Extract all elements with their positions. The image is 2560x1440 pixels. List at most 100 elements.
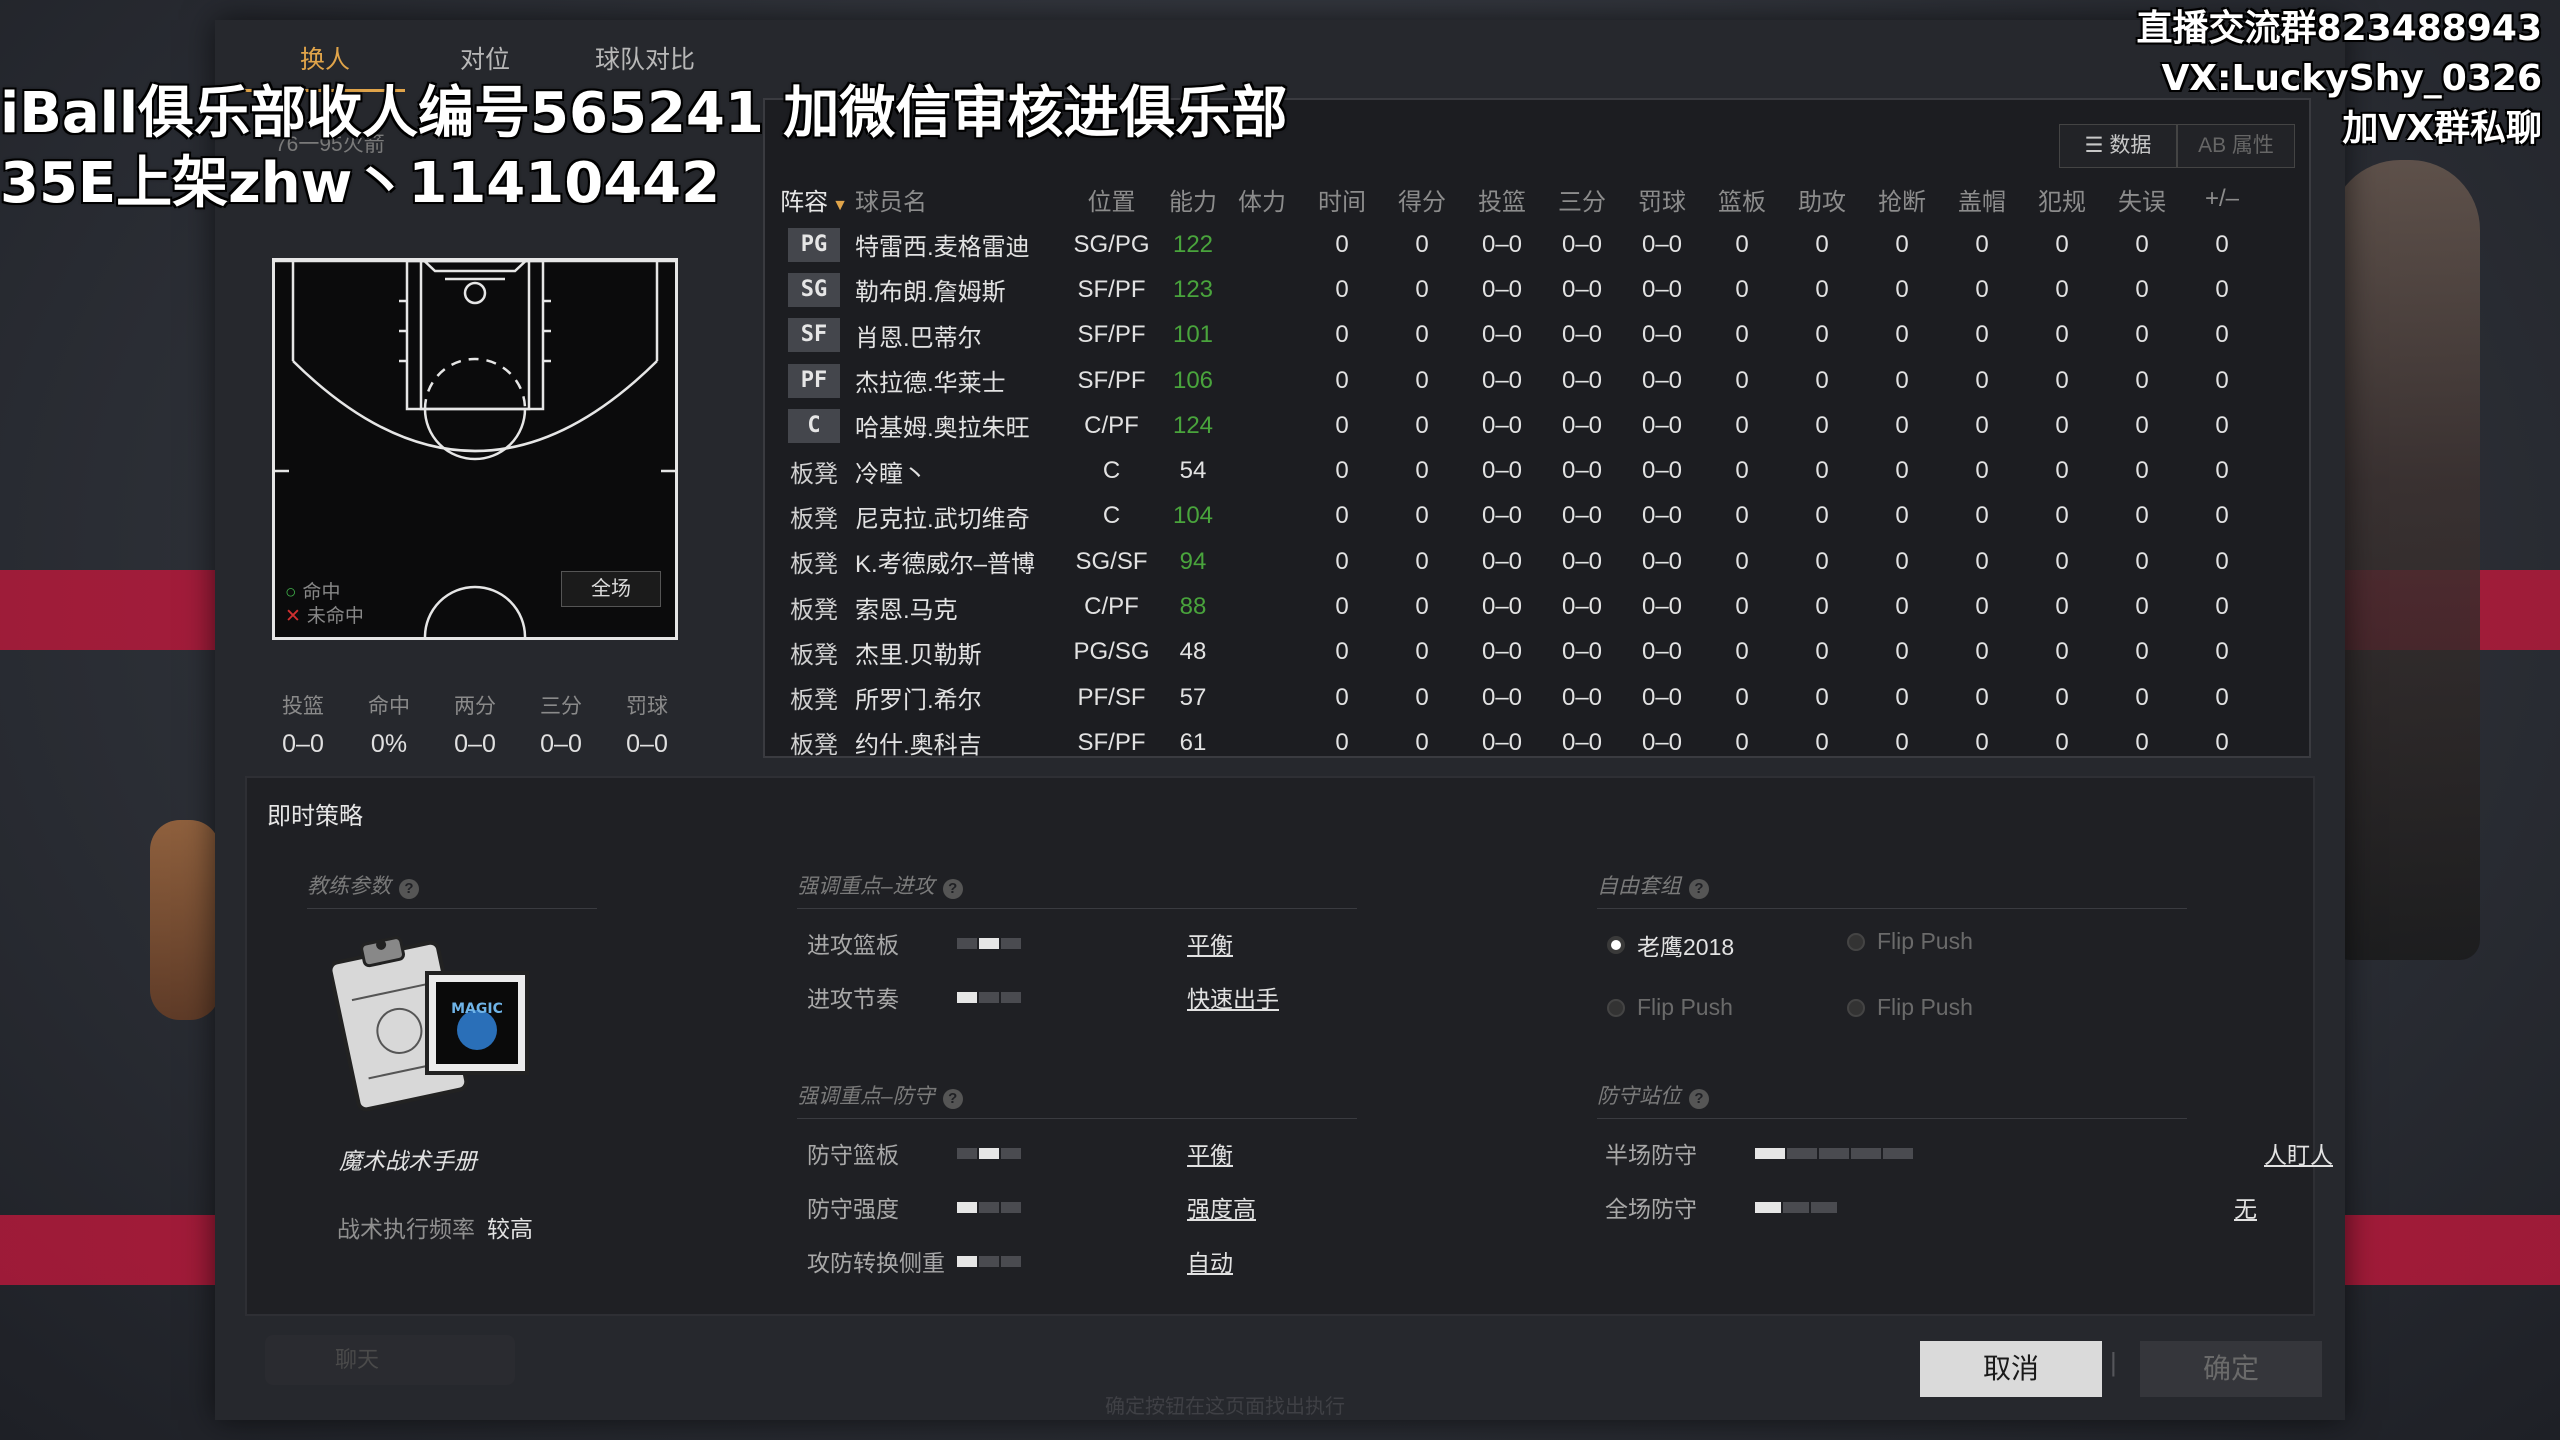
player-name[interactable]: 索恩.马克 (849, 584, 1059, 629)
setting-level-bar[interactable] (957, 991, 1021, 1003)
setting-level-bar[interactable] (957, 937, 1021, 949)
strategy-setting-row[interactable]: 进攻篮板 平衡 (807, 926, 1233, 960)
setting-level-bar[interactable] (957, 1255, 1021, 1267)
chat-button[interactable]: 聊天 (265, 1335, 515, 1385)
player-stat-cell: 0 (1735, 638, 1749, 666)
player-overall: 122 (1172, 230, 1214, 258)
roster-row[interactable]: 板凳 K.考德威尔–普博 SG/SF 94 0 0 0–0 0–0 0–0 0 0 0 0 0 0 0 (779, 539, 2262, 584)
strategy-setting-row[interactable]: 防守篮板 平衡 (807, 1136, 1233, 1170)
player-stat-cell: 0 (1735, 683, 1749, 711)
free-set-option[interactable]: 老鹰2018 (1607, 928, 1734, 962)
roster-row[interactable]: C 哈基姆.奥拉朱旺 C/PF 124 0 0 0–0 0–0 0–0 0 0 0 0 0 0 0 (779, 403, 2262, 448)
column-header[interactable]: 位置 (1059, 176, 1164, 222)
stream-overlay-right3: 加VX群私聊 (2342, 108, 2542, 149)
setting-value[interactable]: 无 (2234, 1190, 2257, 1224)
roster-row[interactable]: 板凳 冷瞳丶 C 54 0 0 0–0 0–0 0–0 0 0 0 0 0 0 0 (779, 448, 2262, 493)
player-stat-cell: 0 (1735, 411, 1749, 439)
player-stat-cell: 0 (1975, 547, 1989, 575)
strategy-setting-row[interactable]: 防守强度 强度高 (807, 1190, 1256, 1224)
player-stat-cell: 0–0 (1561, 502, 1603, 530)
help-icon[interactable]: ? (942, 1089, 963, 1109)
exec-value[interactable]: 较高 (487, 1216, 533, 1242)
player-stamina (1222, 539, 1302, 584)
free-set-option[interactable]: Flip Push (1847, 928, 1973, 955)
player-name[interactable]: 所罗门.希尔 (849, 675, 1059, 720)
strategy-setting-row[interactable]: 半场防守 人盯人 (1605, 1136, 2333, 1170)
background-player-figure-left (150, 820, 220, 1020)
cancel-button[interactable]: 取消 (1920, 1341, 2102, 1397)
player-name[interactable]: 特雷西.麦格雷迪 (849, 222, 1059, 267)
column-header-label: 篮板 (1718, 188, 1766, 216)
full-court-button[interactable]: 全场 (561, 571, 661, 607)
help-icon[interactable]: ? (399, 879, 419, 899)
free-set-option[interactable]: Flip Push (1607, 994, 1733, 1021)
column-header[interactable]: 三分 (1542, 176, 1622, 222)
roster-row[interactable]: PG 特雷西.麦格雷迪 SG/PG 122 0 0 0–0 0–0 0–0 0 0 0 0 0 0 0 (779, 222, 2262, 267)
setting-value[interactable]: 强度高 (1187, 1190, 1256, 1224)
strategy-setting-row[interactable]: 攻防转换侧重 自动 (807, 1244, 1233, 1278)
player-stat-cell: 0 (2135, 457, 2149, 485)
confirm-button[interactable]: 确定 (2140, 1341, 2322, 1397)
player-stat-cell: 0 (2135, 366, 2149, 394)
column-header[interactable]: +/– (2182, 176, 2262, 222)
player-stamina (1222, 494, 1302, 539)
player-name[interactable]: 约什.奥科吉 (849, 720, 1059, 765)
setting-value[interactable]: 人盯人 (2264, 1136, 2333, 1170)
column-header[interactable]: 犯规 (2022, 176, 2102, 222)
help-icon[interactable]: ? (942, 879, 963, 899)
player-stat-cell: 0 (1975, 728, 1989, 756)
substitution-dialog: 换人 对位 球队对比 76一95火箭 ○ 命中 ✕ 未命中 全场 投篮 0–0 … (215, 20, 2345, 1420)
roster-row[interactable]: SG 勒布朗.詹姆斯 SF/PF 123 0 0 0–0 0–0 0–0 0 0 0 0 0 0 0 (779, 267, 2262, 312)
column-header[interactable]: 得分 (1382, 176, 1462, 222)
setting-value[interactable]: 平衡 (1187, 926, 1233, 960)
player-stat-cell: 0 (1735, 230, 1749, 258)
column-header[interactable]: 投篮 (1462, 176, 1542, 222)
strategy-setting-row[interactable]: 全场防守 无 (1605, 1190, 2257, 1224)
player-name[interactable]: 尼克拉.武切维奇 (849, 494, 1059, 539)
player-name[interactable]: 勒布朗.詹姆斯 (849, 267, 1059, 312)
setting-value[interactable]: 平衡 (1187, 1136, 1233, 1170)
roster-row[interactable]: 板凳 索恩.马克 C/PF 88 0 0 0–0 0–0 0–0 0 0 0 0 0 0 0 (779, 584, 2262, 629)
player-name[interactable]: 杰拉德.华莱士 (849, 358, 1059, 403)
setting-level-bar[interactable] (1755, 1147, 1913, 1159)
strategy-setting-row[interactable]: 进攻节奏 快速出手 (807, 980, 1279, 1014)
column-header[interactable]: 球员名 (849, 176, 1059, 222)
player-name[interactable]: K.考德威尔–普博 (849, 539, 1059, 584)
playbook-clipboard-icon[interactable]: MAGIC (332, 918, 542, 1118)
level-segment (1001, 1147, 1021, 1159)
player-stat-cell: 0 (2055, 502, 2069, 530)
setting-value[interactable]: 快速出手 (1187, 980, 1279, 1014)
help-icon[interactable]: ? (1689, 1089, 1709, 1109)
setting-level-bar[interactable] (957, 1201, 1021, 1213)
setting-value[interactable]: 自动 (1187, 1244, 1233, 1278)
column-header[interactable]: 能力 (1164, 176, 1222, 222)
roster-row[interactable]: 板凳 尼克拉.武切维奇 C 104 0 0 0–0 0–0 0–0 0 0 0 0 0 0 0 (779, 494, 2262, 539)
column-header[interactable]: 阵容 ▼ (779, 176, 849, 222)
player-stat-cell: 0 (1335, 683, 1349, 711)
player-position: PF/SF (1077, 683, 1146, 711)
help-icon[interactable]: ? (1689, 879, 1709, 899)
roster-row[interactable]: SF 肖恩.巴蒂尔 SF/PF 101 0 0 0–0 0–0 0–0 0 0 0 0 0 0 0 (779, 313, 2262, 358)
column-header[interactable]: 失误 (2102, 176, 2182, 222)
player-name[interactable]: 肖恩.巴蒂尔 (849, 313, 1059, 358)
shot-stat-fga: 投篮 0–0 (260, 690, 346, 759)
setting-level-bar[interactable] (1755, 1201, 1837, 1213)
column-header[interactable]: 抢断 (1862, 176, 1942, 222)
roster-row[interactable]: PF 杰拉德.华莱士 SF/PF 106 0 0 0–0 0–0 0–0 0 0 0 0 0 0 0 (779, 358, 2262, 403)
roster-row[interactable]: 板凳 杰里.贝勒斯 PG/SG 48 0 0 0–0 0–0 0–0 0 0 0 0 0 0 0 (779, 630, 2262, 675)
column-header[interactable]: 篮板 (1702, 176, 1782, 222)
roster-row[interactable]: 板凳 约什.奥科吉 SF/PF 61 0 0 0–0 0–0 0–0 0 0 0 0 0 0 0 (779, 720, 2262, 765)
player-stat-cell: 0–0 (1641, 502, 1683, 530)
free-set-option[interactable]: Flip Push (1847, 994, 1973, 1021)
column-header[interactable]: 时间 (1302, 176, 1382, 222)
setting-level-bar[interactable] (957, 1147, 1021, 1159)
player-name[interactable]: 冷瞳丶 (849, 448, 1059, 493)
column-header[interactable]: 体力 (1222, 176, 1302, 222)
roster-row[interactable]: 板凳 所罗门.希尔 PF/SF 57 0 0 0–0 0–0 0–0 0 0 0 0 0 0 0 (779, 675, 2262, 720)
column-header[interactable]: 助攻 (1782, 176, 1862, 222)
column-header[interactable]: 罚球 (1622, 176, 1702, 222)
player-name[interactable]: 哈基姆.奥拉朱旺 (849, 403, 1059, 448)
player-stat-cell: 0 (1335, 728, 1349, 756)
column-header[interactable]: 盖帽 (1942, 176, 2022, 222)
player-name[interactable]: 杰里.贝勒斯 (849, 630, 1059, 675)
